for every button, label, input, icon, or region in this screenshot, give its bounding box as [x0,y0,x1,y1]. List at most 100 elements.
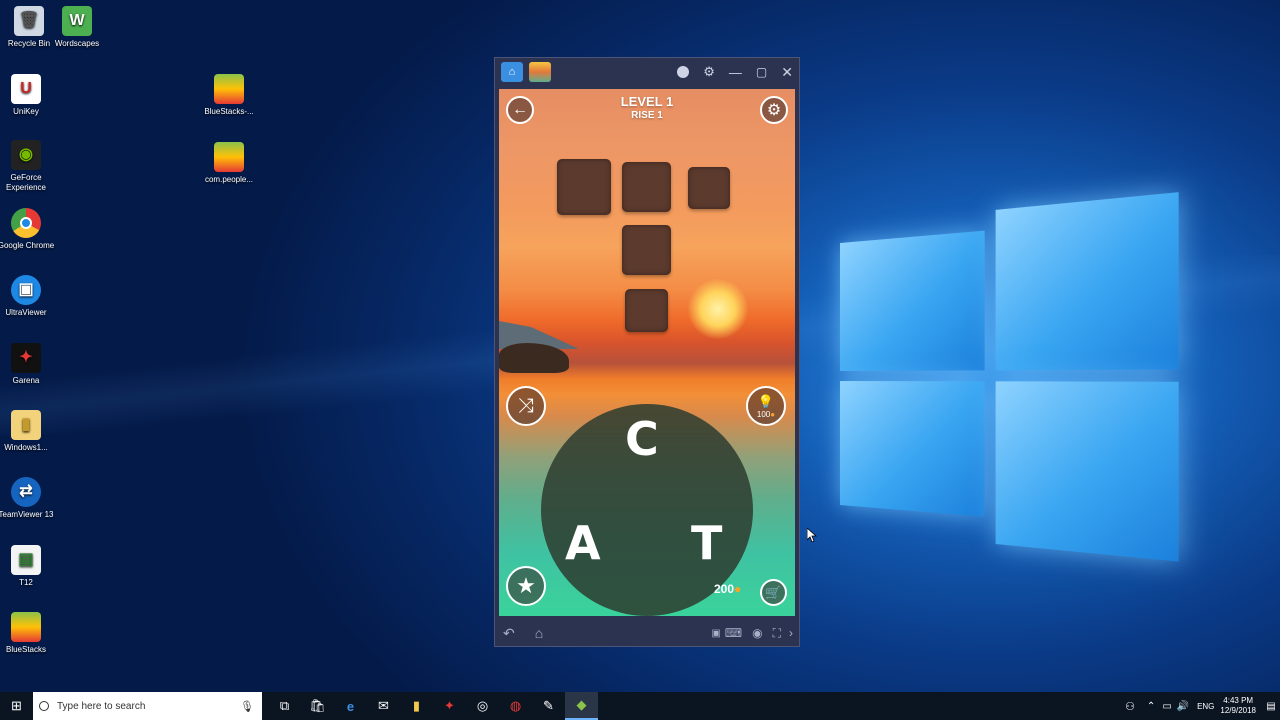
emulator-bottom-bar: ↶ ⌂ ▣ ⌨ ◉ ⛶ › [495,620,799,646]
shuffle-button[interactable]: ⤨ [506,386,546,426]
settings-gear-icon[interactable]: ⚙ [703,64,715,80]
garena-icon: ✦ [11,343,41,373]
bluestacks-apk-icon [214,142,244,172]
hint-button[interactable]: 💡 100● [746,386,786,426]
task-view-icon: ⧉ [279,698,290,713]
notification-icon: ▤ [1266,700,1276,712]
minimize-icon[interactable]: — [729,65,742,80]
chrome-icon: ◍ [509,698,522,713]
desktop-icon-label: BlueStacks-... [204,107,254,116]
maximize-icon[interactable]: ▢ [756,65,767,79]
clock-date: 12/9/2018 [1220,706,1256,715]
garena-icon: ✦ [444,698,455,713]
coin-balance: 200● [714,582,742,596]
task-view-button[interactable]: ⧉ [268,692,301,720]
game-settings-button[interactable]: ⚙ [760,96,788,124]
logo-pane-tr [995,192,1179,371]
multi-instance-icon[interactable]: ▣ [711,628,720,639]
wordscapes-icon: W [62,6,92,36]
wordscapes-tab[interactable] [529,62,551,82]
volume-icon: 🔊 [1176,700,1190,712]
taskbar-explorer[interactable]: ▮ [400,692,433,720]
desktop-icon-label: UltraViewer [5,308,47,317]
desktop-icon-unikey[interactable]: U UniKey [0,74,55,117]
tool-icon: ✎ [543,698,554,713]
geforce-icon: ◉ [11,140,41,170]
bluestacks-icon: ◆ [576,697,587,712]
unikey-icon: U [11,74,41,104]
tray-clock[interactable]: 4:43 PM 12/9/2018 [1220,696,1256,716]
logo-pane-bl [840,381,985,517]
ultraviewer-icon: ▣ [11,275,41,305]
taskbar-search[interactable]: Type here to search 🎙 [33,692,262,720]
close-icon[interactable]: ✕ [781,64,793,81]
chrome-icon [11,208,41,238]
taskbar-tool[interactable]: ✎ [532,692,565,720]
shop-cart-button[interactable]: 🛒 [760,579,787,606]
folder-icon: ▮ [412,698,421,713]
wheel-letter-t[interactable]: T [691,516,722,570]
logo-pane-tl [840,230,985,371]
home-tab[interactable]: ⌂ [501,62,523,82]
desktop-icon-label: UniKey [13,107,39,116]
wheel-letter-c[interactable]: C [625,412,659,466]
microphone-icon[interactable]: 🎙 [240,700,254,713]
windows-logo-wallpaper [840,192,1179,563]
start-button[interactable]: ⊞ [0,692,33,720]
tray-volume[interactable]: 🔊 [1175,692,1191,720]
bluestacks-window: ⌂ ⚙ — ▢ ✕ ← LEVEL 1 RISE 1 ⚙ ⤨ 💡 100● C … [494,57,800,647]
desktop-icon-bluestacks[interactable]: BlueStacks [0,612,55,655]
desktop-icon-wordscapes[interactable]: W Wordscapes [48,6,106,49]
level-subtitle: RISE 1 [631,110,663,121]
keyboard-icon[interactable]: ⌨ [725,626,742,640]
android-home-icon[interactable]: ⌂ [535,625,543,641]
tray-people[interactable]: ⚇ [1117,692,1143,720]
search-icon [39,701,49,711]
chevron-up-icon: ⌃ [1146,700,1156,712]
desktop-icon-geforce[interactable]: ◉ GeForce Experience [0,140,55,193]
taskbar-chrome[interactable]: ◍ [499,692,532,720]
desktop-icon-ultraviewer[interactable]: ▣ UltraViewer [0,275,55,318]
crossword-tile [625,289,668,332]
people-icon: ⚇ [1125,700,1135,713]
recycle-bin-icon: 🗑 [14,6,44,36]
tray-language[interactable]: ENG [1197,702,1214,711]
desktop-icon-label: Garena [12,376,40,385]
desktop-icon-label: Wordscapes [54,39,100,48]
desktop-icon-label: com.people... [204,175,254,184]
desktop-icon-chrome[interactable]: Google Chrome [0,208,55,251]
search-placeholder: Type here to search [57,700,146,712]
eye-icon[interactable]: ◉ [752,626,762,640]
desktop-icon-garena[interactable]: ✦ Garena [0,343,55,386]
crossword-tile [622,162,671,212]
desktop-icon-bluestacks-shortcut[interactable]: BlueStacks-... [200,74,258,117]
cart-icon: 🛒 [765,584,782,600]
action-center-button[interactable]: ▤ [1262,692,1280,720]
desktop-icon-t12[interactable]: ▤ T12 [0,545,55,588]
lightbulb-icon: 💡 [757,393,775,409]
hint-cost: 100● [756,409,776,419]
desktop-icon-teamviewer[interactable]: ⇄ TeamViewer 13 [0,477,55,520]
taskbar-app[interactable]: ◎ [466,692,499,720]
desktop-icon-com-people[interactable]: com.people... [200,142,258,185]
tray-overflow[interactable]: ⌃ [1143,692,1159,720]
taskbar-garena[interactable]: ✦ [433,692,466,720]
wheel-letter-a[interactable]: A [565,516,601,570]
taskbar-mail[interactable]: ✉ [367,692,400,720]
fullscreen-icon[interactable]: ⛶ [773,626,781,641]
bluestacks-icon [214,74,244,104]
android-back-icon[interactable]: ↶ [503,625,515,642]
desktop-icon-windows-folder[interactable]: ▮ Windows1... [0,410,55,453]
taskbar-store[interactable]: 🛍 [301,692,334,720]
taskbar-bluestacks[interactable]: ◆ [565,692,598,720]
tray-network[interactable]: ▭ [1159,692,1175,720]
folder-icon: ▮ [11,410,41,440]
store-bag-icon: 🛍 [309,698,326,713]
gear-icon: ⚙ [766,102,782,119]
chevron-right-icon[interactable]: › [789,626,793,640]
taskbar-edge[interactable]: e [334,692,367,720]
favorite-star-button[interactable]: ★ [506,566,546,606]
emulator-titlebar: ⌂ ⚙ — ▢ ✕ [495,58,799,86]
account-icon[interactable] [677,66,690,78]
star-icon: ★ [516,573,536,598]
